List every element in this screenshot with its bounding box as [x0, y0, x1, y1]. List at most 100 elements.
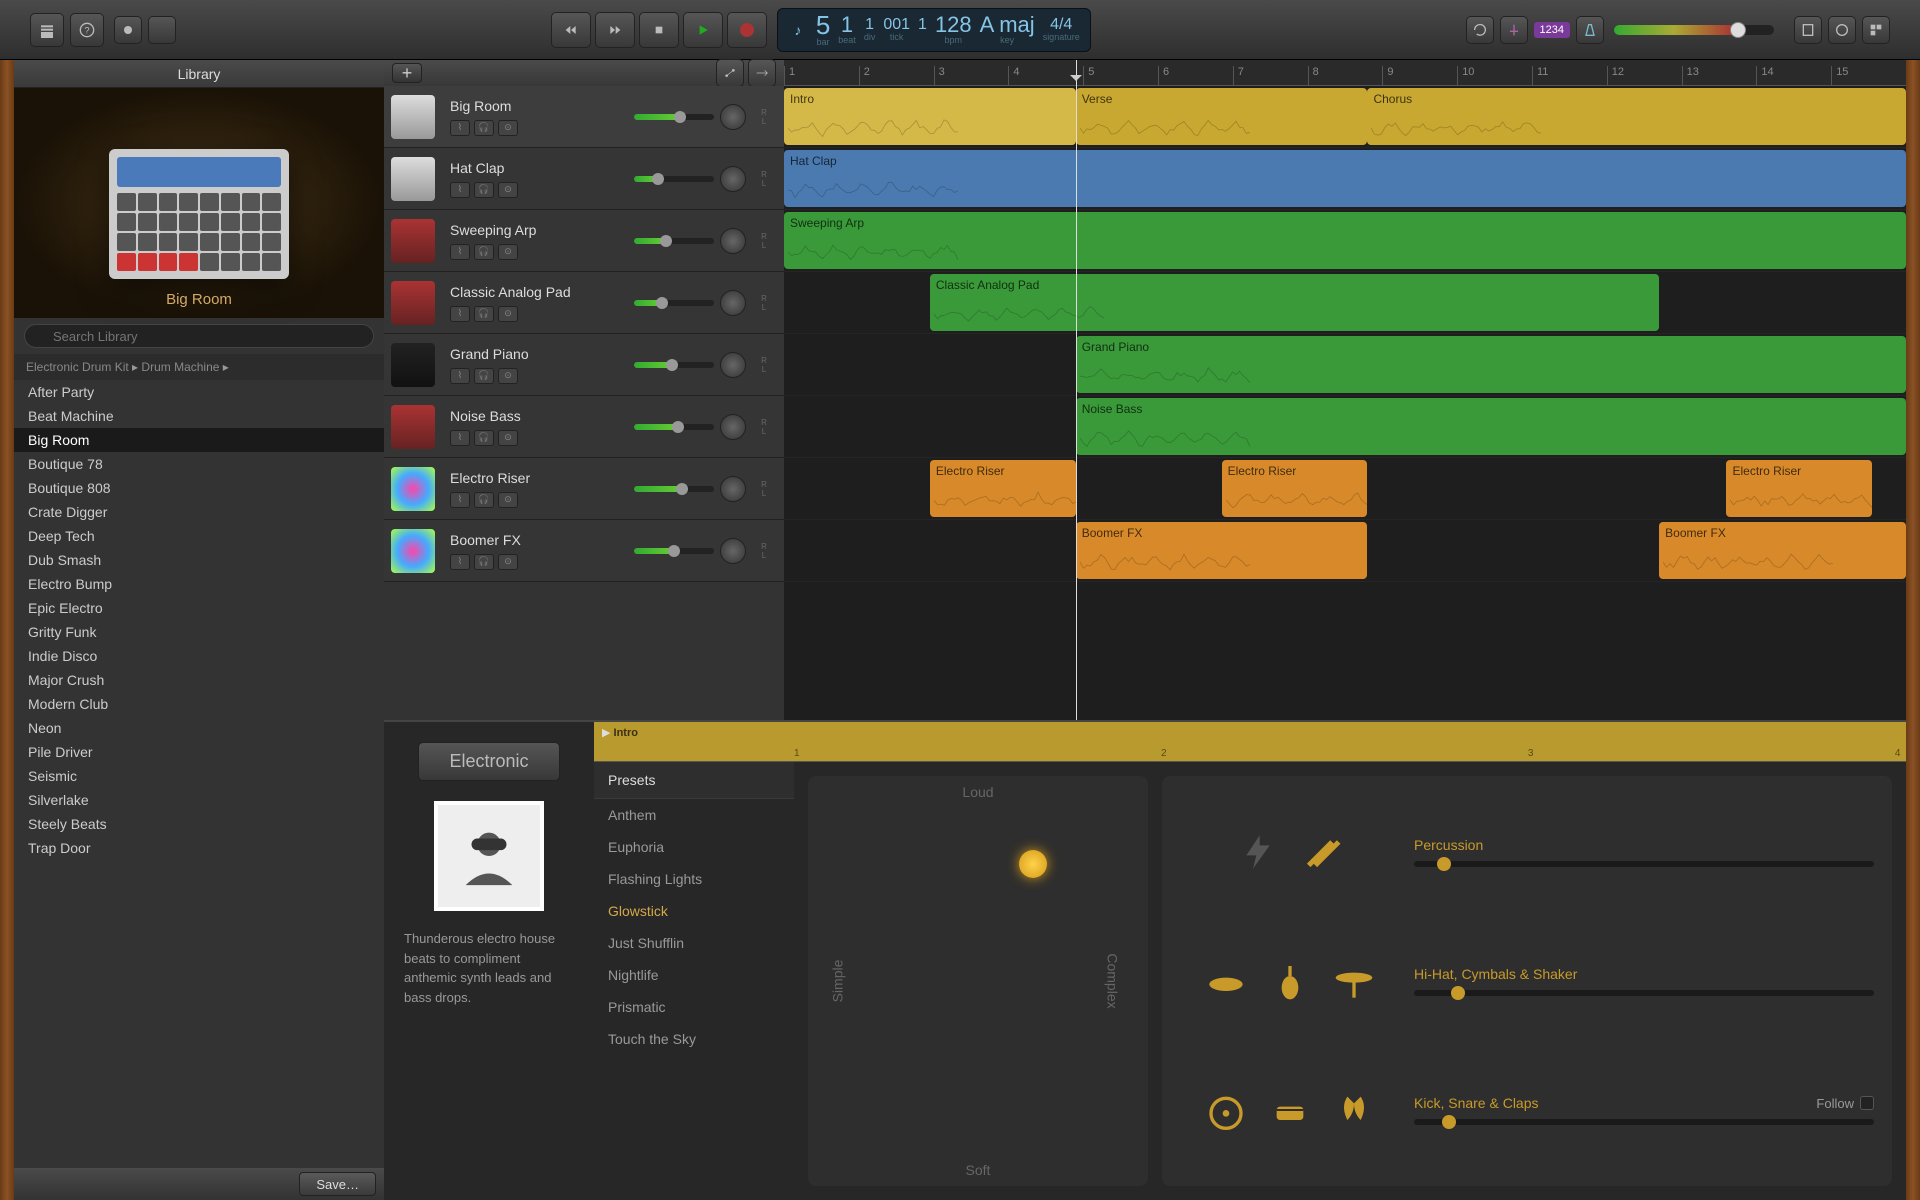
- editor-region-bar[interactable]: ▶ Intro: [594, 722, 794, 762]
- tambourine-icon[interactable]: [1203, 958, 1249, 1004]
- region[interactable]: Grand Piano: [1076, 336, 1906, 393]
- preset-item[interactable]: Nightlife: [594, 959, 794, 991]
- library-item[interactable]: Epic Electro: [14, 596, 384, 620]
- stop-button[interactable]: [639, 12, 679, 48]
- smart-controls-button[interactable]: [114, 16, 142, 44]
- cycle-button[interactable]: [1466, 16, 1494, 44]
- library-item[interactable]: After Party: [14, 380, 384, 404]
- solo-button[interactable]: 🎧: [474, 244, 494, 260]
- region[interactable]: Boomer FX: [1659, 522, 1906, 579]
- solo-button[interactable]: 🎧: [474, 492, 494, 508]
- preset-item[interactable]: Just Shufflin: [594, 927, 794, 959]
- play-button[interactable]: [683, 12, 723, 48]
- breadcrumb[interactable]: Electronic Drum Kit ▸ Drum Machine ▸: [14, 354, 384, 380]
- track-header[interactable]: Classic Analog Pad ⌇ 🎧 ⊙ RL: [384, 272, 784, 334]
- clap-icon[interactable]: [1331, 1087, 1377, 1133]
- kick-icon[interactable]: [1203, 1087, 1249, 1133]
- library-item[interactable]: Steely Beats: [14, 812, 384, 836]
- editors-button[interactable]: [148, 16, 176, 44]
- region[interactable]: Electro Riser: [1222, 460, 1368, 517]
- preset-item[interactable]: Glowstick: [594, 895, 794, 927]
- track-header[interactable]: Grand Piano ⌇ 🎧 ⊙ RL: [384, 334, 784, 396]
- track-header[interactable]: Electro Riser ⌇ 🎧 ⊙ RL: [384, 458, 784, 520]
- mute-button[interactable]: ⌇: [450, 492, 470, 508]
- library-item[interactable]: Major Crush: [14, 668, 384, 692]
- volume-slider[interactable]: [634, 114, 714, 120]
- region[interactable]: Boomer FX: [1076, 522, 1368, 579]
- library-item[interactable]: Gritty Funk: [14, 620, 384, 644]
- add-track-button[interactable]: +: [392, 63, 422, 83]
- track-header[interactable]: Big Room ⌇ 🎧 ⊙ RL: [384, 86, 784, 148]
- lock-button[interactable]: ⊙: [498, 554, 518, 570]
- library-item[interactable]: Neon: [14, 716, 384, 740]
- solo-button[interactable]: 🎧: [474, 554, 494, 570]
- library-item[interactable]: Deep Tech: [14, 524, 384, 548]
- mute-button[interactable]: ⌇: [450, 554, 470, 570]
- automation-button[interactable]: [716, 59, 744, 87]
- library-item[interactable]: Pile Driver: [14, 740, 384, 764]
- cymbal-icon[interactable]: [1331, 958, 1377, 1004]
- library-item[interactable]: Boutique 808: [14, 476, 384, 500]
- region[interactable]: Intro: [784, 88, 1076, 145]
- volume-slider[interactable]: [634, 486, 714, 492]
- count-in-badge[interactable]: 1234: [1534, 22, 1570, 38]
- region[interactable]: Verse: [1076, 88, 1368, 145]
- play-icon[interactable]: ▶: [602, 727, 610, 739]
- playhead[interactable]: [1076, 60, 1077, 720]
- volume-slider[interactable]: [634, 548, 714, 554]
- drum-slider[interactable]: [1414, 990, 1874, 996]
- mute-button[interactable]: ⌇: [450, 368, 470, 384]
- volume-slider[interactable]: [634, 176, 714, 182]
- library-item[interactable]: Electro Bump: [14, 572, 384, 596]
- pan-knob[interactable]: [720, 414, 746, 440]
- pan-knob[interactable]: [720, 166, 746, 192]
- track-header[interactable]: Hat Clap ⌇ 🎧 ⊙ RL: [384, 148, 784, 210]
- search-input[interactable]: [24, 324, 374, 348]
- editor-category[interactable]: Electronic: [418, 742, 559, 781]
- drum-slider[interactable]: [1414, 1119, 1874, 1125]
- region[interactable]: Chorus: [1367, 88, 1906, 145]
- timeline[interactable]: 1234567891011121314151 IntroVerseChorusH…: [784, 60, 1906, 720]
- mute-button[interactable]: ⌇: [450, 182, 470, 198]
- solo-button[interactable]: 🎧: [474, 306, 494, 322]
- tuner-button[interactable]: [1500, 16, 1528, 44]
- pan-knob[interactable]: [720, 352, 746, 378]
- pan-knob[interactable]: [720, 476, 746, 502]
- lock-button[interactable]: ⊙: [498, 306, 518, 322]
- library-item[interactable]: Big Room: [14, 428, 384, 452]
- volume-slider[interactable]: [634, 238, 714, 244]
- region[interactable]: Electro Riser: [930, 460, 1076, 517]
- pan-knob[interactable]: [720, 290, 746, 316]
- artist-avatar[interactable]: [434, 801, 544, 911]
- drum-slider[interactable]: [1414, 861, 1874, 867]
- snare-icon[interactable]: [1267, 1087, 1313, 1133]
- pan-knob[interactable]: [720, 538, 746, 564]
- track-header[interactable]: Sweeping Arp ⌇ 🎧 ⊙ RL: [384, 210, 784, 272]
- shaker-icon[interactable]: [1267, 958, 1313, 1004]
- preset-item[interactable]: Anthem: [594, 799, 794, 831]
- lock-button[interactable]: ⊙: [498, 182, 518, 198]
- master-volume[interactable]: [1614, 25, 1784, 35]
- volume-slider[interactable]: [634, 362, 714, 368]
- lock-button[interactable]: ⊙: [498, 430, 518, 446]
- volume-slider[interactable]: [634, 300, 714, 306]
- preset-item[interactable]: Euphoria: [594, 831, 794, 863]
- ruler[interactable]: 1234567891011121314151: [784, 60, 1906, 86]
- pan-knob[interactable]: [720, 228, 746, 254]
- loop-browser-button[interactable]: [1828, 16, 1856, 44]
- library-item[interactable]: Indie Disco: [14, 644, 384, 668]
- library-item[interactable]: Boutique 78: [14, 452, 384, 476]
- library-item[interactable]: Seismic: [14, 764, 384, 788]
- lock-button[interactable]: ⊙: [498, 368, 518, 384]
- sticks-icon[interactable]: [1299, 829, 1345, 875]
- lock-button[interactable]: ⊙: [498, 244, 518, 260]
- follow-toggle[interactable]: Follow: [1816, 1096, 1874, 1111]
- preset-item[interactable]: Touch the Sky: [594, 1023, 794, 1055]
- library-item[interactable]: Crate Digger: [14, 500, 384, 524]
- save-button[interactable]: Save…: [299, 1172, 376, 1196]
- catch-button[interactable]: [748, 59, 776, 87]
- editor-mini-ruler[interactable]: 1234: [794, 722, 1906, 762]
- library-item[interactable]: Modern Club: [14, 692, 384, 716]
- bolt-icon[interactable]: [1235, 829, 1281, 875]
- solo-button[interactable]: 🎧: [474, 368, 494, 384]
